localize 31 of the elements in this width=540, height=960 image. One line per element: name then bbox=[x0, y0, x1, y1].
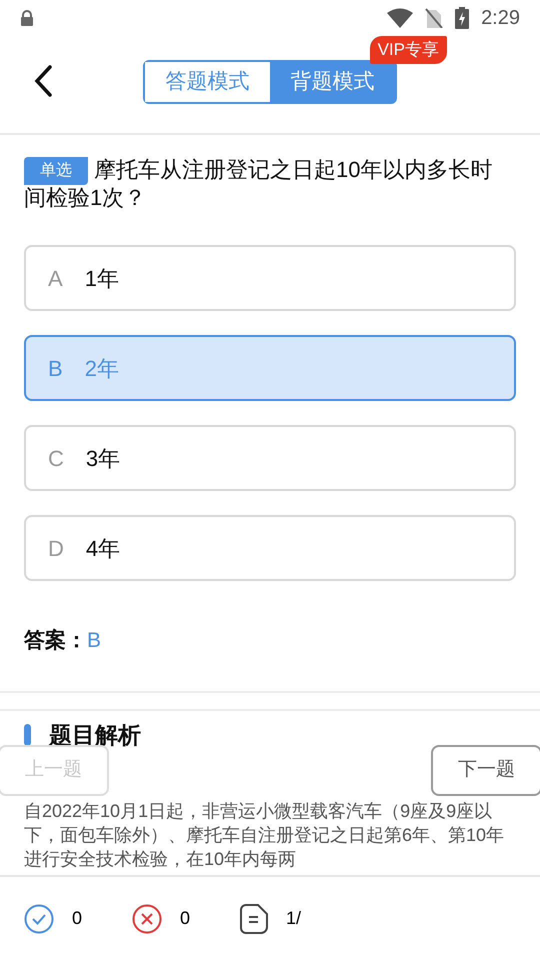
question-type-tag: 单选 bbox=[24, 157, 88, 185]
battery-icon bbox=[455, 7, 470, 29]
option-text: 2年 bbox=[84, 354, 119, 382]
clock: 2:29 bbox=[481, 6, 520, 31]
option-letter: D bbox=[48, 534, 64, 562]
option-letter: A bbox=[48, 264, 63, 292]
answer-option[interactable]: D 4年 bbox=[24, 515, 516, 581]
analysis-text: 自2022年10月1日起，非营运小微型载客汽车（9座及9座以下，面包车除外）、摩托车自注册登记之日起第6年、第10年进行安全技术检验，在10年内每两 bbox=[24, 800, 506, 871]
option-text: 3年 bbox=[86, 444, 120, 472]
check-circle-icon bbox=[24, 904, 54, 934]
option-letter: B bbox=[48, 354, 63, 382]
answer-option[interactable]: A 1年 bbox=[24, 245, 516, 311]
answer-value: B bbox=[87, 628, 102, 654]
question-text: 单选 摩托车从注册登记之日起10年以内多长时间检验1次？ bbox=[24, 157, 494, 211]
correct-count: 0 bbox=[72, 907, 82, 930]
heading-marker bbox=[24, 724, 31, 746]
back-icon[interactable] bbox=[33, 64, 53, 98]
option-text: 4年 bbox=[86, 534, 120, 562]
option-letter: C bbox=[48, 444, 64, 472]
wifi-icon bbox=[387, 8, 414, 28]
no-sim-icon bbox=[425, 8, 444, 28]
answer-option[interactable]: C 3年 bbox=[24, 425, 516, 491]
option-text: 1年 bbox=[84, 264, 119, 292]
lock-icon bbox=[20, 10, 34, 26]
document-icon bbox=[240, 904, 268, 934]
wrong-count: 0 bbox=[180, 907, 190, 930]
answer-label: 答案： bbox=[24, 628, 87, 654]
next-button[interactable]: 下一题 bbox=[431, 745, 540, 796]
cross-circle-icon bbox=[132, 904, 162, 934]
progress-count: 1/ bbox=[286, 907, 302, 930]
vip-badge: VIP专享 bbox=[370, 36, 447, 64]
